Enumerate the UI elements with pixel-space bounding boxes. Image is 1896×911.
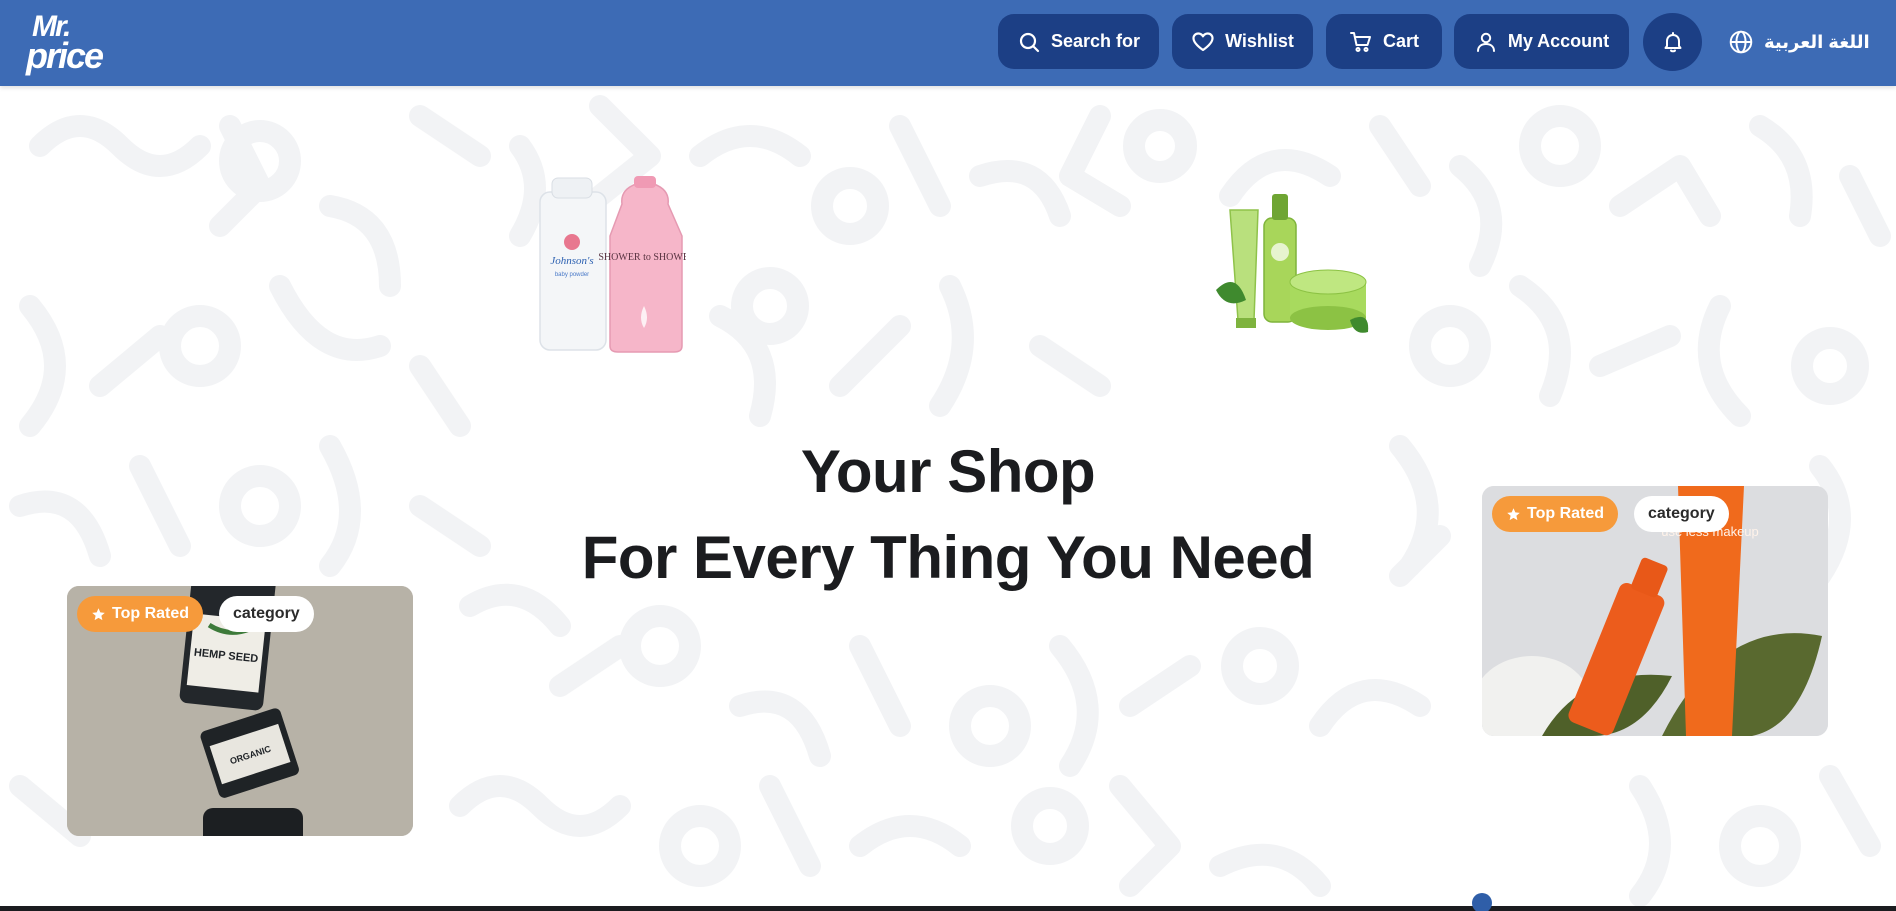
product-card-left[interactable]: HEMP SEED ORGANIC Top Rated category — [67, 586, 413, 836]
top-rated-label: Top Rated — [112, 605, 190, 622]
logo-line-2: price — [26, 35, 104, 76]
my-account-button-label: My Account — [1507, 31, 1610, 51]
powder-sub-text: baby powder — [555, 272, 589, 278]
search-button[interactable]: Search for — [998, 14, 1159, 69]
top-navbar: Mr. price Search for Wishlist Cart My Ac… — [0, 0, 1896, 86]
cart-button[interactable]: Cart — [1326, 14, 1442, 69]
product-card-right[interactable]: use less makeup Top Rated category — [1482, 486, 1828, 736]
bottom-divider — [0, 906, 1896, 911]
star-icon — [92, 607, 105, 620]
top-rated-badge: Top Rated — [77, 596, 204, 632]
star-icon — [1507, 507, 1520, 520]
wishlist-button[interactable]: Wishlist — [1172, 14, 1313, 69]
mr-price-logo[interactable]: Mr. price — [26, 12, 110, 76]
top-rated-label: Top Rated — [1527, 505, 1605, 522]
baby-powder-bottles-image: Johnson's baby powder SHOWER to SHOWER — [539, 176, 686, 353]
green-skincare-set-image — [1216, 194, 1369, 333]
bell-icon — [1664, 32, 1681, 53]
notifications-button[interactable] — [1643, 13, 1702, 71]
powder-brand-text: Johnson's — [550, 255, 593, 267]
category-label: category — [233, 605, 300, 622]
cart-icon — [1349, 31, 1371, 52]
search-button-label: Search for — [1050, 31, 1141, 51]
cart-button-label: Cart — [1382, 31, 1419, 51]
language-label: اللغة العربية — [1764, 31, 1870, 52]
category-label: category — [1648, 505, 1715, 522]
heart-icon — [1192, 31, 1214, 51]
scroll-indicator-dot[interactable] — [1472, 893, 1492, 911]
my-account-button[interactable]: My Account — [1454, 14, 1629, 69]
wishlist-button-label: Wishlist — [1225, 31, 1294, 51]
user-icon — [1476, 32, 1495, 52]
language-switcher[interactable]: اللغة العربية — [1728, 24, 1870, 60]
shower-brand-text: SHOWER to SHOWER — [598, 252, 686, 263]
search-icon — [1019, 32, 1040, 52]
top-rated-badge: Top Rated — [1492, 496, 1619, 532]
category-badge[interactable]: category — [1634, 496, 1729, 532]
globe-icon — [1729, 30, 1753, 54]
category-badge[interactable]: category — [219, 596, 314, 632]
